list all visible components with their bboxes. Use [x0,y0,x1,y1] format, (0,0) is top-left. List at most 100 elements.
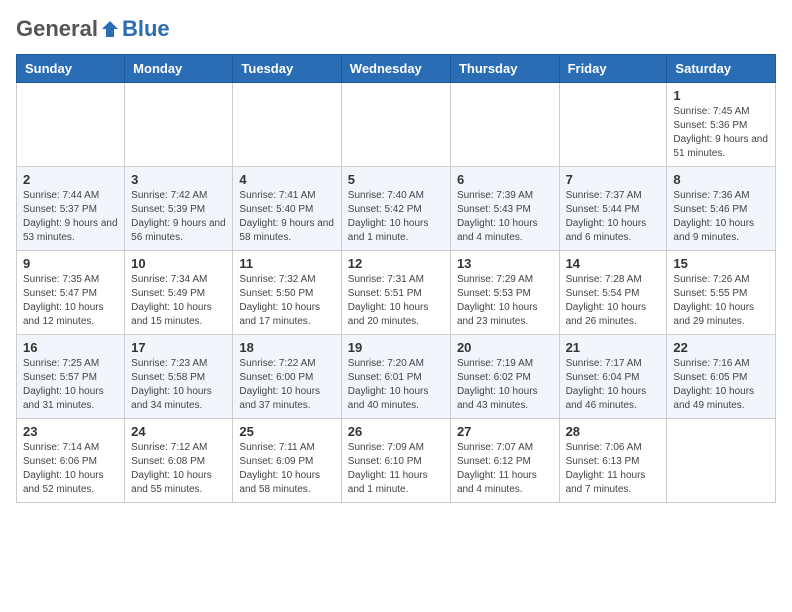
calendar-week-3: 9 Sunrise: 7:35 AM Sunset: 5:47 PM Daylig… [17,251,776,335]
day-number: 10 [131,256,226,271]
day-info: Sunrise: 7:41 AM Sunset: 5:40 PM Dayligh… [239,189,334,245]
calendar-header-row: SundayMondayTuesdayWednesdayThursdayFrid… [17,55,776,83]
day-number: 21 [566,340,661,355]
calendar-cell: 8 Sunrise: 7:36 AM Sunset: 5:46 PM Daylig… [667,167,776,251]
day-number: 1 [673,88,769,103]
day-info: Sunrise: 7:23 AM Sunset: 5:58 PM Dayligh… [131,357,226,413]
day-number: 26 [348,424,444,439]
day-info: Sunrise: 7:22 AM Sunset: 6:00 PM Dayligh… [239,357,334,413]
day-info: Sunrise: 7:44 AM Sunset: 5:37 PM Dayligh… [23,189,118,245]
calendar-cell: 17 Sunrise: 7:23 AM Sunset: 5:58 PM Dayli… [125,335,233,419]
day-number: 15 [673,256,769,271]
day-info: Sunrise: 7:19 AM Sunset: 6:02 PM Dayligh… [457,357,553,413]
day-number: 11 [239,256,334,271]
day-number: 12 [348,256,444,271]
calendar-cell: 22 Sunrise: 7:16 AM Sunset: 6:05 PM Dayli… [667,335,776,419]
day-number: 24 [131,424,226,439]
calendar-cell: 4Sunrise: 7:41 AM Sunset: 5:40 PM Daylig… [233,167,341,251]
calendar-cell: 16 Sunrise: 7:25 AM Sunset: 5:57 PM Dayli… [17,335,125,419]
day-info: Sunrise: 7:36 AM Sunset: 5:46 PM Dayligh… [673,189,769,245]
day-number: 18 [239,340,334,355]
day-info: Sunrise: 7:14 AM Sunset: 6:06 PM Dayligh… [23,441,118,497]
calendar-cell: 21 Sunrise: 7:17 AM Sunset: 6:04 PM Dayli… [559,335,667,419]
day-number: 2 [23,172,118,187]
day-info: Sunrise: 7:37 AM Sunset: 5:44 PM Dayligh… [566,189,661,245]
day-info: Sunrise: 7:35 AM Sunset: 5:47 PM Dayligh… [23,273,118,329]
day-info: Sunrise: 7:40 AM Sunset: 5:42 PM Dayligh… [348,189,444,245]
day-info: Sunrise: 7:07 AM Sunset: 6:12 PM Dayligh… [457,441,553,497]
calendar-cell: 20 Sunrise: 7:19 AM Sunset: 6:02 PM Dayli… [450,335,559,419]
day-number: 25 [239,424,334,439]
day-number: 16 [23,340,118,355]
day-info: Sunrise: 7:32 AM Sunset: 5:50 PM Dayligh… [239,273,334,329]
weekday-header-tuesday: Tuesday [233,55,341,83]
calendar-cell: 19Sunrise: 7:20 AM Sunset: 6:01 PM Dayli… [341,335,450,419]
calendar-cell [125,83,233,167]
calendar-cell: 14 Sunrise: 7:28 AM Sunset: 5:54 PM Dayli… [559,251,667,335]
calendar-cell [233,83,341,167]
day-number: 9 [23,256,118,271]
calendar-cell: 2 Sunrise: 7:44 AM Sunset: 5:37 PM Daylig… [17,167,125,251]
calendar-week-2: 2 Sunrise: 7:44 AM Sunset: 5:37 PM Daylig… [17,167,776,251]
day-number: 27 [457,424,553,439]
calendar-week-4: 16 Sunrise: 7:25 AM Sunset: 5:57 PM Dayli… [17,335,776,419]
calendar-cell: 7 Sunrise: 7:37 AM Sunset: 5:44 PM Daylig… [559,167,667,251]
day-number: 8 [673,172,769,187]
weekday-header-monday: Monday [125,55,233,83]
day-number: 7 [566,172,661,187]
day-info: Sunrise: 7:11 AM Sunset: 6:09 PM Dayligh… [239,441,334,497]
day-info: Sunrise: 7:26 AM Sunset: 5:55 PM Dayligh… [673,273,769,329]
day-info: Sunrise: 7:34 AM Sunset: 5:49 PM Dayligh… [131,273,226,329]
calendar-cell: 27 Sunrise: 7:07 AM Sunset: 6:12 PM Dayli… [450,419,559,503]
day-number: 23 [23,424,118,439]
calendar-cell: 1 Sunrise: 7:45 AM Sunset: 5:36 PM Daylig… [667,83,776,167]
calendar-cell: 24 Sunrise: 7:12 AM Sunset: 6:08 PM Dayli… [125,419,233,503]
day-number: 14 [566,256,661,271]
day-number: 22 [673,340,769,355]
calendar-cell: 10 Sunrise: 7:34 AM Sunset: 5:49 PM Dayli… [125,251,233,335]
day-info: Sunrise: 7:17 AM Sunset: 6:04 PM Dayligh… [566,357,661,413]
day-info: Sunrise: 7:29 AM Sunset: 5:53 PM Dayligh… [457,273,553,329]
calendar-cell [341,83,450,167]
day-number: 5 [348,172,444,187]
calendar-cell: 13 Sunrise: 7:29 AM Sunset: 5:53 PM Dayli… [450,251,559,335]
page-header: General Blue [16,16,776,42]
calendar-cell: 6 Sunrise: 7:39 AM Sunset: 5:43 PM Daylig… [450,167,559,251]
day-info: Sunrise: 7:28 AM Sunset: 5:54 PM Dayligh… [566,273,661,329]
calendar-table: SundayMondayTuesdayWednesdayThursdayFrid… [16,54,776,503]
weekday-header-friday: Friday [559,55,667,83]
day-number: 17 [131,340,226,355]
calendar-cell [667,419,776,503]
calendar-cell [17,83,125,167]
calendar-cell: 18 Sunrise: 7:22 AM Sunset: 6:00 PM Dayli… [233,335,341,419]
day-info: Sunrise: 7:09 AM Sunset: 6:10 PM Dayligh… [348,441,444,497]
logo-blue: Blue [122,16,170,42]
weekday-header-thursday: Thursday [450,55,559,83]
calendar-cell: 26 Sunrise: 7:09 AM Sunset: 6:10 PM Dayli… [341,419,450,503]
day-info: Sunrise: 7:20 AM Sunset: 6:01 PM Dayligh… [348,357,444,413]
weekday-header-sunday: Sunday [17,55,125,83]
day-info: Sunrise: 7:42 AM Sunset: 5:39 PM Dayligh… [131,189,226,245]
day-number: 28 [566,424,661,439]
day-number: 20 [457,340,553,355]
day-number: 13 [457,256,553,271]
calendar-cell: 11 Sunrise: 7:32 AM Sunset: 5:50 PM Dayli… [233,251,341,335]
day-info: Sunrise: 7:25 AM Sunset: 5:57 PM Dayligh… [23,357,118,413]
logo-icon [100,19,120,39]
day-info: Sunrise: 7:06 AM Sunset: 6:13 PM Dayligh… [566,441,661,497]
calendar-week-5: 23 Sunrise: 7:14 AM Sunset: 6:06 PM Dayli… [17,419,776,503]
day-info: Sunrise: 7:16 AM Sunset: 6:05 PM Dayligh… [673,357,769,413]
calendar-cell: 5 Sunrise: 7:40 AM Sunset: 5:42 PM Daylig… [341,167,450,251]
calendar-cell: 23 Sunrise: 7:14 AM Sunset: 6:06 PM Dayli… [17,419,125,503]
day-info: Sunrise: 7:12 AM Sunset: 6:08 PM Dayligh… [131,441,226,497]
calendar-cell: 9 Sunrise: 7:35 AM Sunset: 5:47 PM Daylig… [17,251,125,335]
day-info: Sunrise: 7:39 AM Sunset: 5:43 PM Dayligh… [457,189,553,245]
calendar-cell: 12Sunrise: 7:31 AM Sunset: 5:51 PM Dayli… [341,251,450,335]
logo: General Blue [16,16,170,42]
day-number: 6 [457,172,553,187]
day-number: 3 [131,172,226,187]
calendar-cell: 15 Sunrise: 7:26 AM Sunset: 5:55 PM Dayli… [667,251,776,335]
weekday-header-saturday: Saturday [667,55,776,83]
day-info: Sunrise: 7:45 AM Sunset: 5:36 PM Dayligh… [673,105,769,161]
weekday-header-wednesday: Wednesday [341,55,450,83]
